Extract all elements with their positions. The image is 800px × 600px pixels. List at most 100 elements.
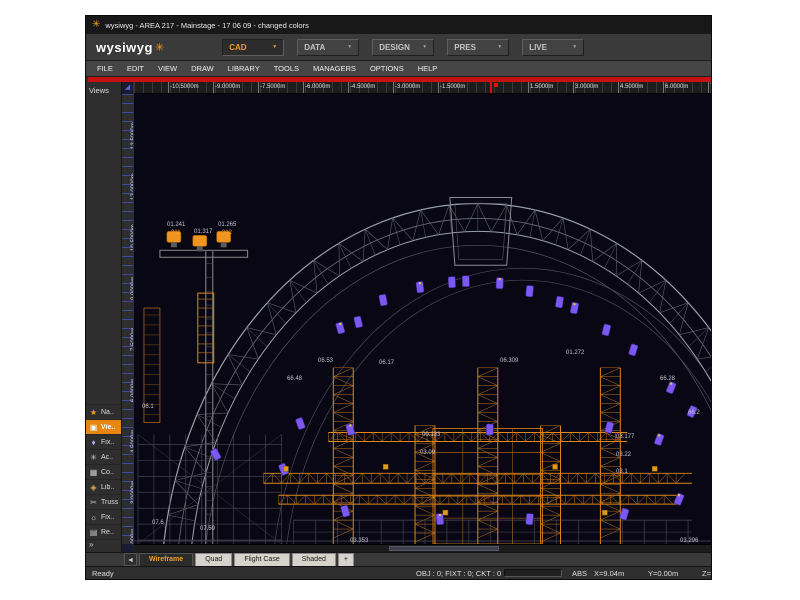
drawing-area: ◢ -10.5000m-9.0000m-7.5000m-6.0000m-4.50… <box>122 77 711 552</box>
menu-library[interactable]: LIBRARY <box>221 62 267 75</box>
ruler-tick-label: 7.5000m <box>710 84 711 90</box>
mode-toolbar: wysiwyg ✳ CAD▼DATA▼DESIGN▼PRES▼LIVE▼ <box>86 34 711 61</box>
menu-help[interactable]: HELP <box>411 62 445 75</box>
add-view-tab[interactable]: + <box>338 553 354 566</box>
ruler-origin-icon[interactable]: ◢ <box>122 82 134 94</box>
fixture-label: 66.28 <box>660 376 675 382</box>
menu-view[interactable]: VIEW <box>151 62 184 75</box>
view-tab-shaded[interactable]: Shaded <box>292 553 336 566</box>
mode-tab-data[interactable]: DATA ▼ <box>297 39 359 56</box>
menu-tools[interactable]: TOOLS <box>267 62 306 75</box>
status-counters: OBJ : 0; FIXT : 0; CKT : 0 <box>416 569 501 578</box>
active-color-strip <box>88 77 711 82</box>
view-tabs-bar: ◄ WireframeQuadFlight CaseShaded+ <box>86 552 711 566</box>
ruler-zero-dot <box>494 83 498 87</box>
fixture-label: 01.317 <box>194 229 212 235</box>
sidebar-item-label: Vie.. <box>101 424 115 431</box>
mode-tab-live[interactable]: LIVE▼ <box>522 39 584 56</box>
sidebar-item-label: Na.. <box>101 409 114 416</box>
fixture-labels-layer: 01.24131101.31701.26531206.166.4806.5306… <box>134 94 711 544</box>
menu-managers[interactable]: MANAGERS <box>306 62 363 75</box>
fixture-label: 03.22 <box>616 452 631 458</box>
fixtures-icon: ♦ <box>88 437 99 448</box>
ruler-tick-label: 4.5000m <box>620 84 643 90</box>
menu-options[interactable]: OPTIONS <box>363 62 411 75</box>
ruler-tick <box>618 82 619 93</box>
view-tab-flight-case[interactable]: Flight Case <box>234 553 289 566</box>
sidebar-item-reports[interactable]: ▤Re.. <box>86 524 121 539</box>
status-y-coordinate: Y=0.00m <box>648 569 678 578</box>
status-x-coordinate: X=9.04m <box>594 569 624 578</box>
sidebar-item-label: Co.. <box>101 469 114 476</box>
fixture-label: 07.6 <box>152 520 164 526</box>
mode-tab-cad[interactable]: CAD▼ <box>222 39 284 56</box>
sidebar-item-fixtures-2[interactable]: ☼Fix.. <box>86 509 121 524</box>
sidebar-item-navigation[interactable]: ★Na.. <box>86 404 121 419</box>
sidebar-item-label: Truss <box>101 499 118 506</box>
menu-draw[interactable]: DRAW <box>184 62 221 75</box>
wysiwyg-window: ✳ wysiwyg - AREA 217 - Mainstage - 17 06… <box>85 15 712 580</box>
ruler-row: ◢ -10.5000m-9.0000m-7.5000m-6.0000m-4.50… <box>122 82 711 94</box>
fixture-label: 06.17 <box>379 360 394 366</box>
vertical-ruler[interactable]: 13.5000m12.0000m10.5000m9.0000m7.5000m6.… <box>122 94 134 544</box>
fixture-label: 06.309 <box>500 358 518 364</box>
status-z-coordinate: Z= <box>702 569 711 578</box>
sidebar-item-label: Lib.. <box>101 484 114 491</box>
library-icon: ◈ <box>88 482 99 493</box>
fixture-label: 07.59 <box>200 526 215 532</box>
accessories-icon: ✳ <box>88 452 99 463</box>
ruler-tick-label: -3.0000m <box>395 84 420 90</box>
titlebar[interactable]: ✳ wysiwyg - AREA 217 - Mainstage - 17 06… <box>86 16 711 34</box>
mode-tab-label: CAD <box>229 43 246 52</box>
fixture-label: 03.177 <box>616 434 634 440</box>
views-panel-title: Views <box>86 84 121 97</box>
consoles-icon: ▦ <box>88 467 99 478</box>
chevron-down-icon: ▼ <box>422 44 427 50</box>
ruler-tick <box>708 82 709 93</box>
ruler-tick <box>573 82 574 93</box>
chevron-down-icon: ▼ <box>572 44 577 50</box>
mode-tab-design[interactable]: DESIGN▼ <box>372 39 434 56</box>
ruler-tick <box>348 82 349 93</box>
horizontal-ruler[interactable]: -10.5000m-9.0000m-7.5000m-6.0000m-4.5000… <box>134 82 711 94</box>
ruler-tick <box>168 82 169 93</box>
sidebar-more-button[interactable]: » <box>86 539 121 552</box>
view-tab-wireframe[interactable]: Wireframe <box>139 553 193 566</box>
sidebar-item-consoles[interactable]: ▦Co.. <box>86 464 121 479</box>
workspace: Views ★Na..▣Vie..♦Fix..✳Ac..▦Co..◈Lib..✂… <box>86 77 711 552</box>
horizontal-scrollbar[interactable] <box>134 544 711 552</box>
scrollbar-thumb[interactable] <box>389 546 499 551</box>
menu-edit[interactable]: EDIT <box>120 62 151 75</box>
reports-icon: ▤ <box>88 527 99 538</box>
ruler-tick <box>258 82 259 93</box>
cad-canvas[interactable]: 01.24131101.31701.26531206.166.4806.5306… <box>134 94 711 544</box>
view-tab-quad[interactable]: Quad <box>195 553 232 566</box>
status-coord-mode[interactable]: ABS <box>572 569 587 578</box>
mode-tab-label: DATA <box>304 43 325 52</box>
fixture-label: 312 <box>222 230 232 236</box>
logo-burst-icon: ✳ <box>155 41 164 54</box>
sidebar-item-label: Re.. <box>101 529 114 536</box>
scroll-row <box>122 544 711 552</box>
fixture-label: 66.48 <box>287 376 302 382</box>
fixture-label: 01.241 <box>167 222 185 228</box>
sidebar-item-library[interactable]: ◈Lib.. <box>86 479 121 494</box>
sidebar-item-truss[interactable]: ✂Truss <box>86 494 121 509</box>
sidebar-item-accessories[interactable]: ✳Ac.. <box>86 449 121 464</box>
sidebar-item-views[interactable]: ▣Vie.. <box>86 419 121 434</box>
sidebar-item-fixtures[interactable]: ♦Fix.. <box>86 434 121 449</box>
mode-tab-pres[interactable]: PRES▼ <box>447 39 509 56</box>
ruler-tick-label: -10.5000m <box>170 84 199 90</box>
sidebar-item-label: Fix.. <box>101 439 114 446</box>
navigation-icon: ★ <box>88 407 99 418</box>
ruler-tick-label: -7.5000m <box>260 84 285 90</box>
fixture-label: 03.1 <box>616 469 628 475</box>
desktop-background: ✳ wysiwyg - AREA 217 - Mainstage - 17 06… <box>0 0 800 600</box>
menubar: FILEEDITVIEWDRAWLIBRARYTOOLSMANAGERSOPTI… <box>86 61 711 77</box>
status-progress-well <box>504 569 562 577</box>
tab-scroll-left-icon[interactable]: ◄ <box>124 553 137 566</box>
menu-file[interactable]: FILE <box>90 62 120 75</box>
chevron-down-icon: ▼ <box>347 44 352 50</box>
fixture-label: 06.1 <box>142 404 154 410</box>
fixture-label: 06.53 <box>318 358 333 364</box>
